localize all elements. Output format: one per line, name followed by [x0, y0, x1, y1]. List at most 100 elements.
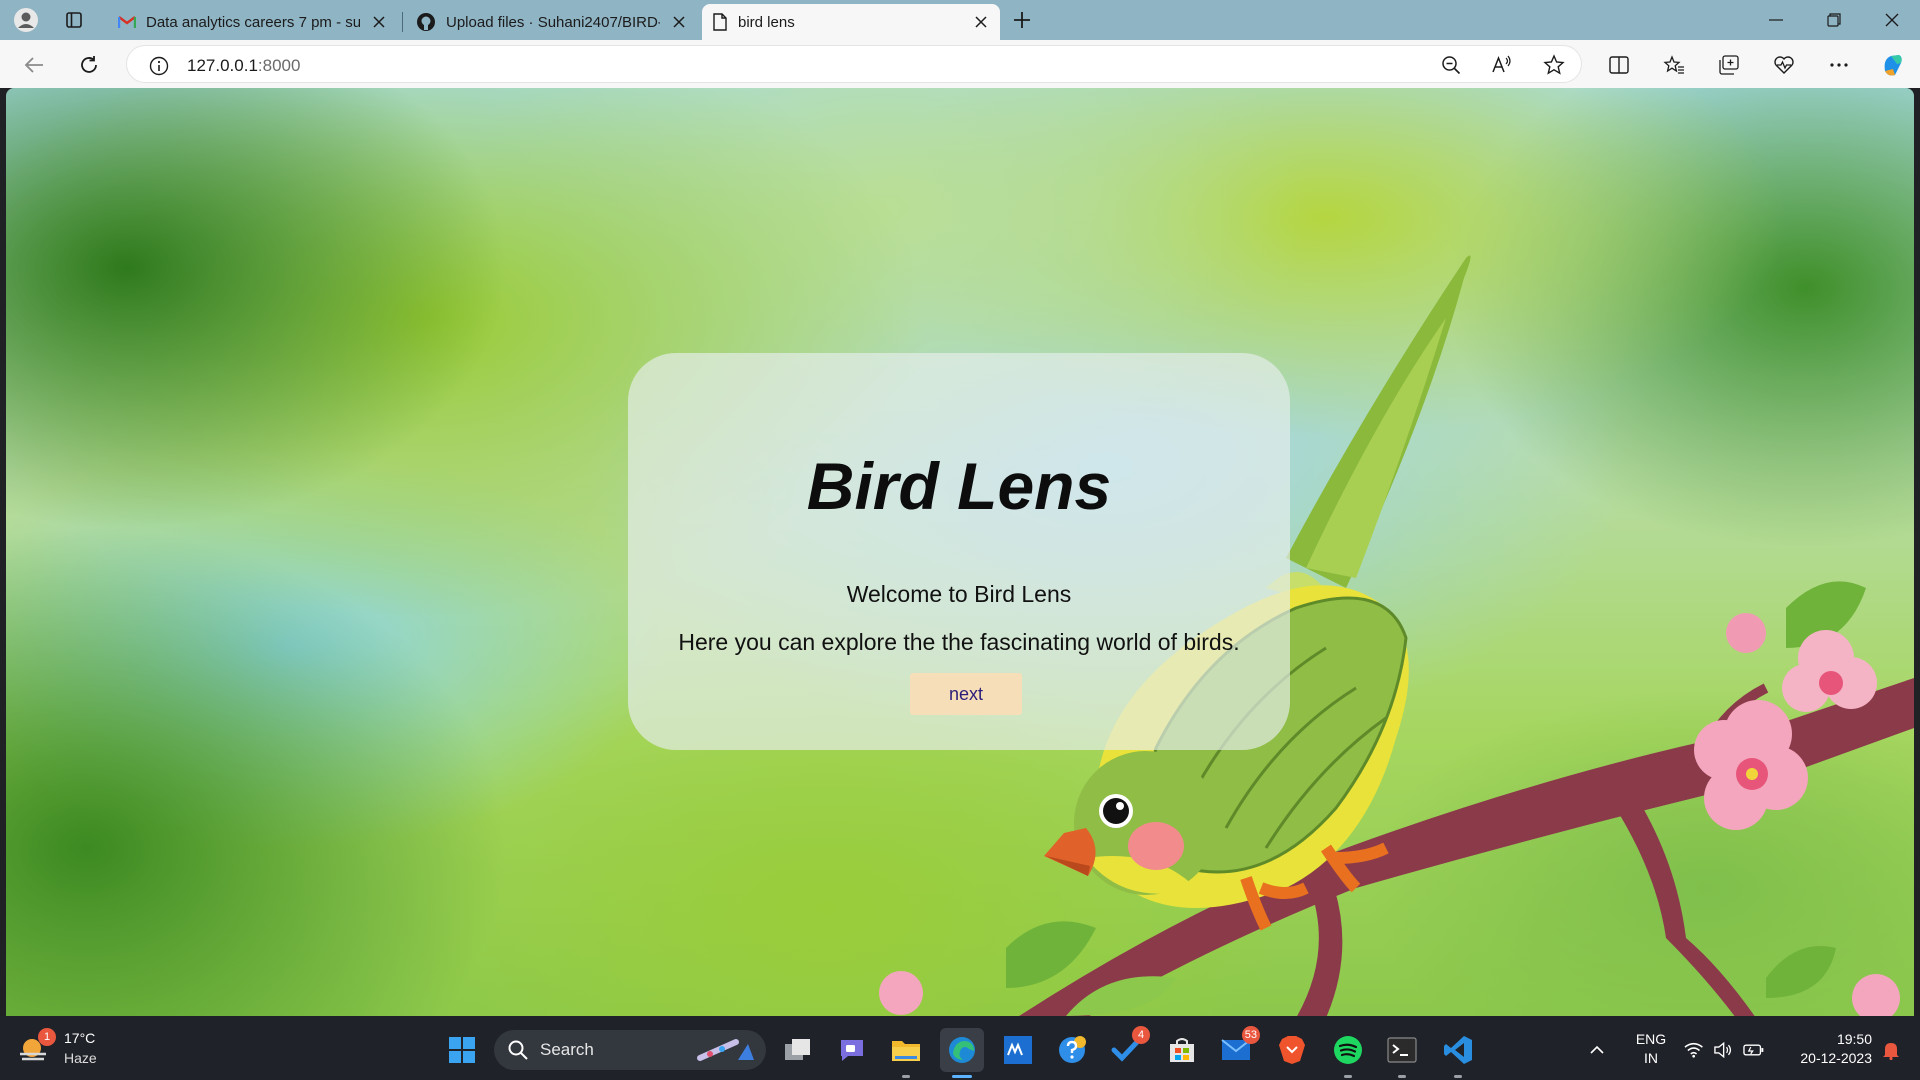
weather-description: Haze — [64, 1050, 97, 1066]
language-code: ENG — [1635, 1031, 1667, 1047]
minimize-icon — [1769, 19, 1783, 21]
page-icon — [713, 13, 727, 31]
running-indicator — [1454, 1075, 1462, 1078]
vscode-button[interactable] — [1436, 1028, 1480, 1078]
chat-icon — [841, 1040, 863, 1061]
tab-title: Data analytics careers 7 pm - suh — [146, 13, 360, 31]
notifications-button[interactable] — [1874, 1028, 1908, 1072]
battery-icon — [1743, 1044, 1764, 1056]
tab-github[interactable]: Upload files · Suhani2407/BIRD-L — [406, 4, 698, 40]
close-icon — [673, 16, 685, 28]
close-tab-button[interactable] — [370, 13, 388, 31]
close-tab-button[interactable] — [670, 13, 688, 31]
brave-browser-button[interactable] — [1270, 1028, 1314, 1072]
more-dots-icon — [1830, 63, 1848, 67]
gmail-icon — [118, 16, 136, 28]
back-button[interactable] — [17, 48, 51, 82]
todo-button[interactable]: 4 — [1104, 1026, 1150, 1072]
spotify-icon — [1334, 1036, 1362, 1064]
task-view-button[interactable] — [776, 1028, 820, 1072]
search-icon — [508, 1040, 528, 1060]
favorite-star-icon[interactable] — [1543, 54, 1565, 76]
weather-alert-badge: 1 — [38, 1028, 56, 1046]
close-icon — [975, 16, 987, 28]
brave-lion-icon — [1279, 1036, 1305, 1064]
close-tab-button[interactable] — [972, 13, 990, 31]
microsoft-store-button[interactable] — [1160, 1028, 1204, 1072]
tab-bird-lens[interactable]: bird lens — [702, 4, 1000, 40]
description-text: Here you can explore the the fascinating… — [678, 629, 1240, 655]
info-icon[interactable] — [149, 56, 169, 76]
restore-button[interactable] — [1806, 0, 1862, 40]
language-region: IN — [1644, 1050, 1658, 1066]
myhp-icon — [1004, 1036, 1032, 1064]
url-text[interactable]: 127.0.0.1:8000 — [187, 56, 300, 76]
address-bar[interactable]: 127.0.0.1:8000 — [126, 45, 1582, 83]
folder-icon — [892, 1041, 920, 1061]
next-button[interactable]: next — [910, 673, 1022, 715]
close-icon — [1885, 13, 1899, 27]
language-indicator[interactable]: ENG IN — [1628, 1030, 1674, 1068]
split-screen-button[interactable] — [1602, 48, 1636, 82]
running-indicator — [1398, 1075, 1406, 1078]
search-highlight-icon — [697, 1039, 754, 1061]
read-aloud-icon[interactable] — [1491, 55, 1513, 75]
file-explorer-button[interactable] — [884, 1028, 928, 1078]
start-button[interactable] — [440, 1028, 484, 1072]
collections-icon — [1719, 55, 1739, 75]
page-viewport: Bird Lens Welcome to Bird Lens Here you … — [6, 88, 1914, 1016]
weather-widget[interactable]: 1 17°C Haze — [18, 1028, 138, 1070]
favorites-button[interactable] — [1657, 48, 1691, 82]
url-port: :8000 — [257, 56, 301, 75]
clock-time: 19:50 — [1836, 1031, 1872, 1047]
copilot-button[interactable] — [1876, 48, 1910, 82]
new-tab-button[interactable] — [1006, 4, 1038, 36]
tab-title: bird lens — [738, 13, 795, 31]
tab-actions-icon — [66, 12, 82, 28]
collections-button[interactable] — [1712, 48, 1746, 82]
clock[interactable]: 19:50 20-12-2023 — [1782, 1030, 1872, 1068]
edge-icon — [949, 1037, 975, 1063]
system-status-icons[interactable] — [1684, 1038, 1764, 1062]
vscode-icon — [1444, 1036, 1472, 1064]
get-help-button[interactable] — [1050, 1028, 1094, 1072]
myhp-button[interactable] — [996, 1028, 1040, 1072]
welcome-text: Welcome to Bird Lens — [846, 581, 1072, 607]
clock-date: 20-12-2023 — [1800, 1050, 1872, 1066]
mail-button[interactable]: 53 — [1214, 1026, 1260, 1072]
spotify-button[interactable] — [1326, 1028, 1370, 1078]
heart-pulse-icon — [1774, 56, 1794, 74]
edge-browser-button[interactable] — [940, 1028, 984, 1078]
profile-button[interactable] — [10, 4, 42, 36]
close-window-button[interactable] — [1864, 0, 1920, 40]
browser-toolbar: 127.0.0.1:8000 — [0, 40, 1920, 88]
task-view-icon — [785, 1039, 810, 1060]
tab-strip: Data analytics careers 7 pm - suh Upload… — [0, 0, 1920, 40]
blossom — [1694, 700, 1808, 830]
refresh-button[interactable] — [72, 48, 106, 82]
wifi-icon — [1684, 1042, 1703, 1058]
volume-icon — [1714, 1042, 1732, 1058]
url-host: 127.0.0.1 — [187, 56, 258, 75]
favorites-icon — [1663, 55, 1684, 74]
browser-essentials-button[interactable] — [1767, 48, 1801, 82]
teams-chat-button[interactable] — [830, 1028, 874, 1072]
zoom-out-icon[interactable] — [1441, 55, 1461, 75]
tab-actions-button[interactable] — [58, 4, 90, 36]
running-indicator — [902, 1075, 910, 1078]
windows-taskbar: 1 17°C Haze Search 4 53 ENG IN 19:50 20-… — [0, 1016, 1920, 1080]
terminal-button[interactable] — [1380, 1028, 1424, 1078]
settings-more-button[interactable] — [1822, 48, 1856, 82]
taskbar-search[interactable]: Search — [494, 1030, 766, 1070]
github-icon — [417, 13, 435, 31]
search-label: Search — [540, 1040, 594, 1059]
back-arrow-icon — [24, 57, 43, 73]
minimize-button[interactable] — [1748, 0, 1804, 40]
show-hidden-icons-button[interactable] — [1580, 1028, 1614, 1072]
split-screen-icon — [1609, 56, 1629, 74]
chevron-up-icon — [1590, 1045, 1604, 1054]
tab-title: Upload files · Suhani2407/BIRD-L — [446, 13, 660, 31]
tab-gmail[interactable]: Data analytics careers 7 pm - suh — [108, 4, 398, 40]
windows-logo-icon — [449, 1037, 475, 1063]
page-title: Bird Lens — [806, 449, 1112, 523]
